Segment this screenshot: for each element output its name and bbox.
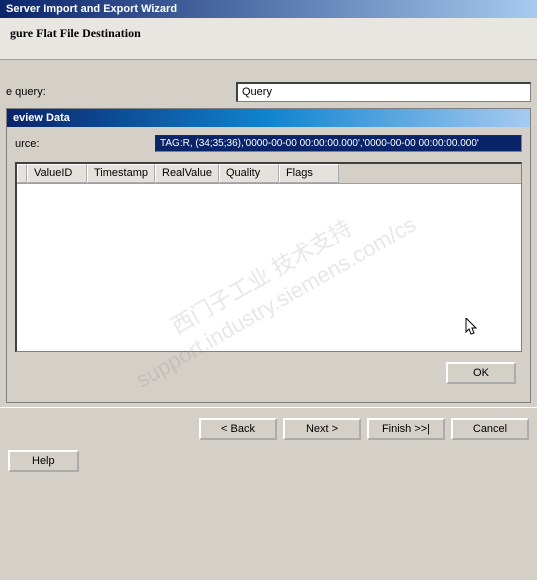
dialog-title: eview Data (7, 109, 530, 127)
ok-button[interactable]: OK (446, 362, 516, 384)
col-flags[interactable]: Flags (279, 164, 339, 183)
preview-dialog: eview Data urce: TAG:R, (34;35;36),'0000… (6, 108, 531, 403)
window-title: Server Import and Export Wizard (6, 3, 177, 15)
col-valueid[interactable]: ValueID (27, 164, 87, 183)
col-quality[interactable]: Quality (219, 164, 279, 183)
wizard-nav-buttons: < Back Next > Finish >>| Cancel (0, 407, 537, 446)
query-field[interactable]: Query (236, 82, 531, 102)
query-row: e query: Query (6, 82, 531, 102)
page-title: gure Flat File Destination (10, 26, 527, 41)
source-row: urce: TAG:R, (34;35;36),'0000-00-00 00:0… (15, 135, 522, 152)
source-value[interactable]: TAG:R, (34;35;36),'0000-00-00 00:00:00.0… (155, 135, 522, 152)
wizard-header: gure Flat File Destination (0, 18, 537, 60)
preview-grid[interactable]: ValueID Timestamp RealValue Quality Flag… (15, 162, 522, 352)
next-button[interactable]: Next > (283, 418, 361, 440)
row-header-col[interactable] (17, 164, 27, 183)
finish-button[interactable]: Finish >>| (367, 418, 445, 440)
content-area: e query: Query eview Data urce: TAG:R, (… (0, 64, 537, 407)
window-title-bar: Server Import and Export Wizard (0, 0, 537, 18)
column-headers: ValueID Timestamp RealValue Quality Flag… (17, 164, 521, 184)
query-value: Query (242, 86, 272, 98)
source-label: urce: (15, 138, 155, 150)
back-button[interactable]: < Back (199, 418, 277, 440)
cancel-button[interactable]: Cancel (451, 418, 529, 440)
query-label: e query: (6, 86, 236, 98)
help-row: Help (0, 446, 537, 476)
dialog-body: urce: TAG:R, (34;35;36),'0000-00-00 00:0… (7, 127, 530, 402)
col-timestamp[interactable]: Timestamp (87, 164, 155, 183)
help-button[interactable]: Help (8, 450, 79, 472)
col-realvalue[interactable]: RealValue (155, 164, 219, 183)
dialog-button-row: OK (15, 352, 522, 394)
